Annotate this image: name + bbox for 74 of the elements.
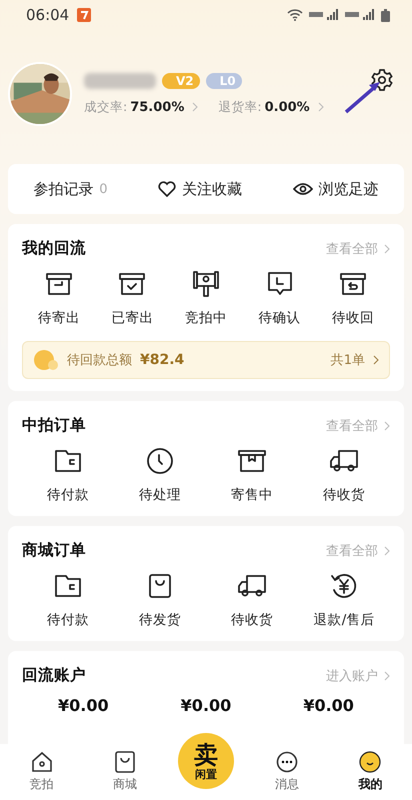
stat-value: 75.00% <box>130 100 184 114</box>
order-status-item[interactable]: 待确认 <box>258 309 301 327</box>
smiley-icon <box>359 751 382 773</box>
wallet-icon <box>54 449 82 473</box>
order-status-item[interactable]: 待收货 <box>231 611 273 629</box>
balance-amount: ¥0.00 <box>303 696 354 715</box>
tab[interactable]: 消息 <box>257 751 318 793</box>
refund-icon <box>330 572 358 600</box>
chevron-icon[interactable] <box>384 244 390 254</box>
coin-icon <box>33 349 59 371</box>
banner-amount: ¥82.4 <box>140 352 186 368</box>
vip-badge: V2 <box>162 72 200 88</box>
home-icon <box>30 751 53 773</box>
tab[interactable]: 商城 <box>94 751 155 793</box>
eye-icon <box>292 182 313 196</box>
banner-label: 待回款总额 <box>67 352 132 369</box>
app-notification-icon <box>77 8 92 22</box>
box-check-icon <box>119 272 146 296</box>
count: 0 <box>99 182 108 196</box>
banner-count: 共1单 <box>330 352 365 369</box>
order-status-item[interactable]: 退款/售后 <box>314 611 374 629</box>
return-box-icon <box>340 272 366 296</box>
stat-label: 成交率: <box>84 98 128 116</box>
stat-label: 退货率: <box>218 98 262 116</box>
wallet-icon <box>54 574 82 598</box>
settings-icon[interactable] <box>370 68 394 92</box>
order-status-item[interactable]: 待寄出 <box>38 309 80 327</box>
sign-icon <box>192 270 219 298</box>
order-status-item[interactable]: 寄售中 <box>231 486 273 504</box>
stat-value: 0.00% <box>264 100 310 114</box>
box-icon <box>46 272 72 296</box>
bag-icon <box>148 573 172 599</box>
order-status-item[interactable]: 待收货 <box>323 486 365 504</box>
wifi-icon <box>287 9 303 21</box>
section-title: 中拍订单 <box>22 415 87 436</box>
box-icon <box>238 449 266 473</box>
order-status-item[interactable]: 待付款 <box>47 611 89 629</box>
sell-button[interactable]: 卖 闲置 <box>178 733 234 789</box>
order-status-item[interactable]: 待发货 <box>139 611 181 629</box>
balance-amount: ¥0.00 <box>58 696 109 715</box>
tab[interactable]: 我的 <box>340 751 400 793</box>
chat-bubble-icon <box>276 751 298 773</box>
truck-icon <box>237 574 267 598</box>
order-status-item[interactable]: 待处理 <box>139 486 181 504</box>
chevron-icon[interactable] <box>384 546 390 556</box>
section-title: 商城订单 <box>22 540 87 561</box>
order-status-item[interactable]: 已寄出 <box>111 309 154 327</box>
signal-icon <box>309 9 339 21</box>
status-time: 06:04 <box>26 6 70 24</box>
section-title: 我的回流 <box>22 238 87 259</box>
order-status-item[interactable]: 待付款 <box>47 486 89 504</box>
chevron-icon[interactable] <box>192 102 198 112</box>
chevron-icon[interactable] <box>318 102 324 112</box>
balance-amount: ¥0.00 <box>180 696 232 715</box>
order-status-item[interactable]: 待收回 <box>332 309 374 327</box>
quick-link[interactable]: 浏览足迹 <box>318 180 379 198</box>
bag-icon <box>114 751 135 773</box>
blurred-username <box>84 72 156 88</box>
order-status-item[interactable]: 竞拍中 <box>184 309 227 327</box>
clock-bubble-icon <box>266 271 293 297</box>
clock-icon <box>146 447 174 475</box>
level-badge: L0 <box>206 72 242 88</box>
tab[interactable]: 竞拍 <box>12 751 72 793</box>
chevron-icon[interactable] <box>384 670 390 680</box>
quick-link[interactable]: 关注收藏 <box>182 180 242 198</box>
truck-icon <box>329 449 359 473</box>
section-title: 回流账户 <box>22 665 87 686</box>
battery-icon <box>381 8 390 22</box>
heart-icon <box>158 181 176 197</box>
quick-link[interactable]: 参拍记录 <box>33 180 94 198</box>
chevron-icon <box>373 355 379 365</box>
pending-payment-banner[interactable]: 待回款总额 ¥82.4 共1单 <box>22 341 390 379</box>
chevron-icon[interactable] <box>384 420 390 430</box>
signal-icon <box>345 9 375 21</box>
